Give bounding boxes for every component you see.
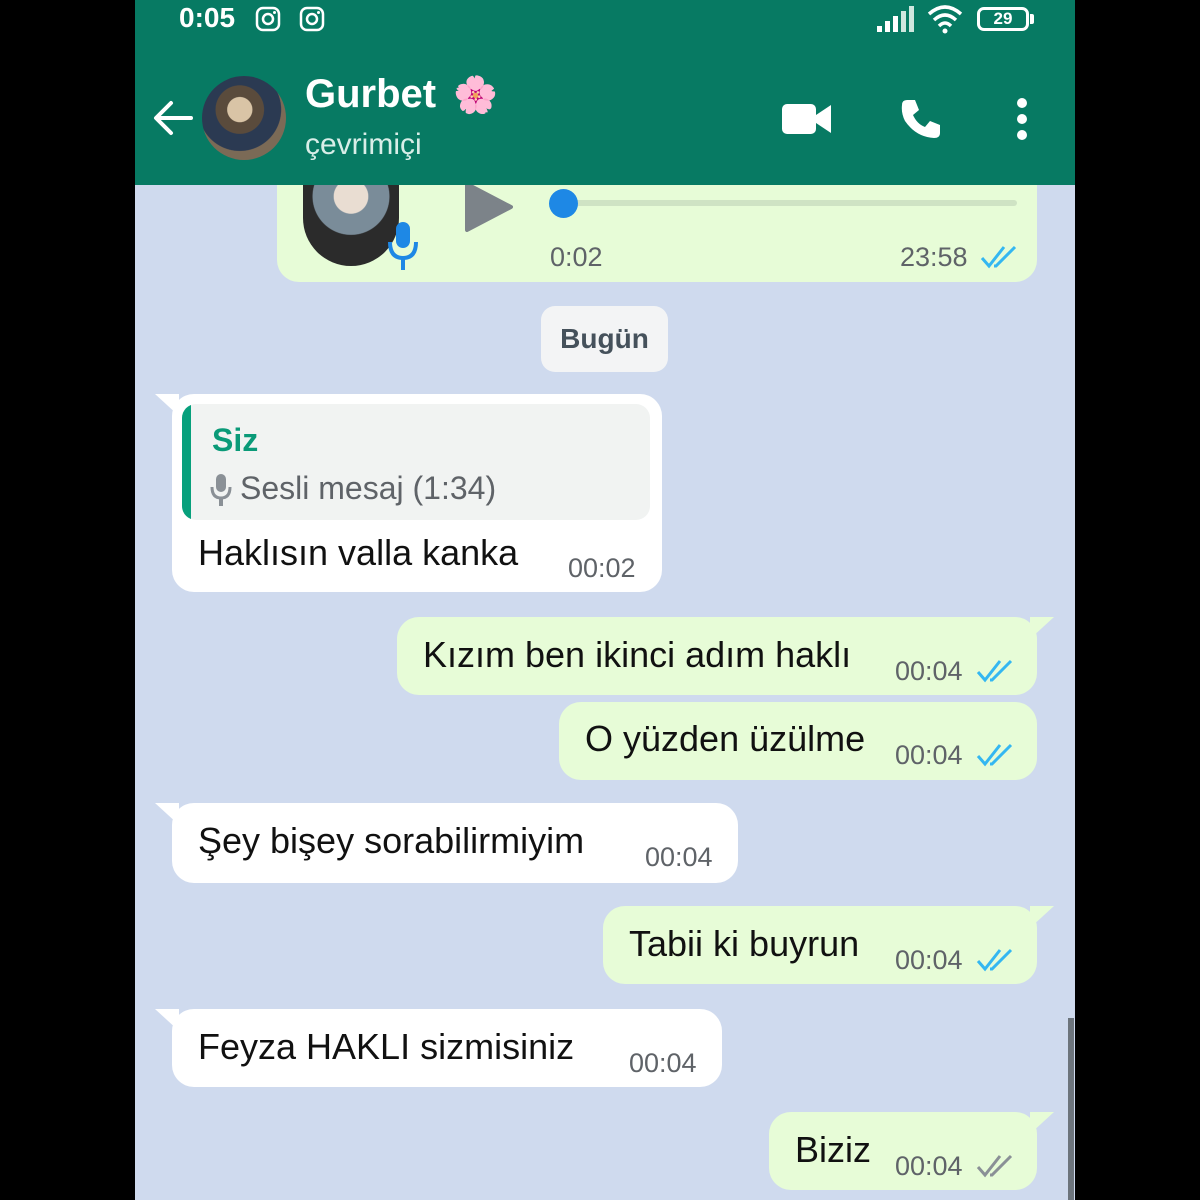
message-time: 00:04 bbox=[895, 740, 963, 770]
read-ticks-icon bbox=[976, 743, 1013, 767]
quoted-reply[interactable]: Siz Sesli mesaj (1:34) bbox=[182, 404, 650, 520]
play-icon[interactable] bbox=[463, 182, 513, 232]
message-time: 00:04 bbox=[895, 1151, 963, 1181]
video-call-icon[interactable] bbox=[782, 102, 832, 136]
read-ticks-icon bbox=[980, 245, 1017, 269]
contact-name-text: Gurbet bbox=[305, 72, 437, 116]
date-separator: Bugün bbox=[541, 306, 668, 372]
flower-emoji: 🌸 bbox=[453, 74, 499, 115]
contact-name[interactable]: Gurbet 🌸 bbox=[305, 72, 498, 117]
message-text: O yüzden üzülme bbox=[585, 718, 866, 759]
message-time: 23:58 bbox=[900, 242, 968, 272]
voice-progress-track[interactable] bbox=[562, 200, 1017, 206]
voice-duration: 0:02 bbox=[550, 242, 603, 272]
voice-progress-thumb[interactable] bbox=[549, 189, 578, 218]
message-time: 00:04 bbox=[645, 842, 713, 872]
quote-text: Sesli mesaj (1:34) bbox=[240, 470, 497, 506]
mic-icon bbox=[210, 474, 232, 506]
status-time: 0:05 bbox=[179, 2, 236, 33]
instagram-icon bbox=[255, 6, 281, 32]
wifi-icon bbox=[927, 5, 963, 34]
battery-level: 29 bbox=[993, 9, 1013, 28]
contact-status: çevrimiçi bbox=[305, 128, 422, 161]
message-time: 00:04 bbox=[895, 656, 963, 686]
message-text: Biziz bbox=[795, 1129, 872, 1170]
more-options-icon[interactable] bbox=[1015, 97, 1029, 141]
read-ticks-icon bbox=[976, 948, 1013, 972]
message-text: Kızım ben ikinci adım haklı bbox=[423, 634, 852, 675]
chat-screen: 0:02 23:58 Bugün Siz Sesli mesaj (1:34) … bbox=[135, 0, 1075, 1200]
chat-header: 0:05 29 Gurbet 🌸 çevrimiçi bbox=[135, 0, 1075, 185]
message-time: 00:02 bbox=[568, 553, 636, 583]
scrollbar[interactable] bbox=[1068, 1018, 1074, 1200]
message-text: Feyza HAKLI sizmisiniz bbox=[198, 1026, 575, 1067]
battery-tip bbox=[1030, 14, 1034, 24]
battery-icon: 29 bbox=[977, 7, 1029, 31]
mic-icon bbox=[388, 222, 418, 270]
instagram-icon bbox=[299, 6, 325, 32]
quote-author: Siz bbox=[212, 422, 259, 458]
quote-accent-bar bbox=[182, 404, 191, 520]
message-time: 00:04 bbox=[895, 945, 963, 975]
message-text: Haklısın valla kanka bbox=[198, 532, 519, 573]
back-arrow-icon[interactable] bbox=[151, 96, 195, 140]
read-ticks-icon bbox=[976, 659, 1013, 683]
message-text: Şey bişey sorabilirmiyim bbox=[198, 820, 585, 861]
contact-avatar[interactable] bbox=[202, 76, 286, 160]
delivered-ticks-icon bbox=[976, 1154, 1013, 1178]
message-time: 00:04 bbox=[629, 1048, 697, 1078]
voice-call-icon[interactable] bbox=[899, 97, 943, 141]
signal-icon bbox=[877, 6, 914, 32]
message-text: Tabii ki buyrun bbox=[629, 923, 860, 964]
